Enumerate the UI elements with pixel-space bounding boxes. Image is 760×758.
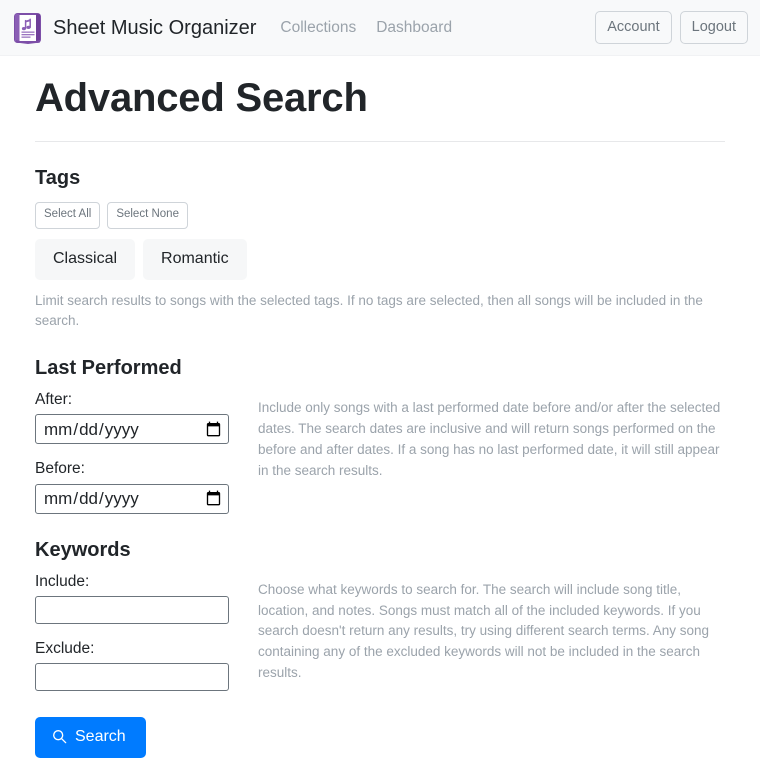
last-performed-row: After: Before: Include only songs with a… bbox=[35, 390, 725, 514]
exclude-keywords-input[interactable] bbox=[35, 662, 229, 691]
exclude-keywords-label: Exclude: bbox=[35, 639, 95, 657]
include-keywords-input[interactable] bbox=[35, 595, 229, 624]
select-none-button[interactable]: Select None bbox=[107, 202, 188, 229]
nav-item-dashboard[interactable]: Dashboard bbox=[376, 19, 452, 37]
account-button[interactable]: Account bbox=[595, 10, 672, 45]
tags-section: Tags Select All Select None Classical Ro… bbox=[35, 165, 725, 332]
navbar-actions: Account Logout bbox=[595, 10, 748, 45]
keywords-help-text: Choose what keywords to search for. The … bbox=[258, 581, 710, 681]
last-performed-help-text: Include only songs with a last performed… bbox=[258, 400, 721, 479]
sheet-music-book-icon bbox=[14, 12, 41, 44]
keywords-section: Keywords Include: Exclude: Choose what k… bbox=[35, 537, 725, 691]
keywords-help: Choose what keywords to search for. The … bbox=[245, 572, 725, 685]
keywords-fields: Include: Exclude: bbox=[35, 572, 245, 691]
after-date-input[interactable] bbox=[35, 414, 229, 445]
tags-toolbar: Select All Select None bbox=[35, 202, 725, 229]
brand-link[interactable]: Sheet Music Organizer bbox=[14, 12, 256, 44]
include-keywords-label: Include: bbox=[35, 572, 90, 590]
search-icon bbox=[53, 730, 67, 744]
select-all-button[interactable]: Select All bbox=[35, 202, 101, 229]
primary-nav: Collections Dashboard bbox=[280, 19, 452, 37]
keywords-row: Include: Exclude: Choose what keywords t… bbox=[35, 572, 725, 691]
tag-list: Classical Romantic bbox=[35, 238, 725, 280]
title-divider bbox=[35, 141, 725, 142]
keywords-heading: Keywords bbox=[35, 538, 131, 561]
after-date-label: After: bbox=[35, 391, 73, 409]
last-performed-heading: Last Performed bbox=[35, 357, 182, 380]
tag-chip-romantic[interactable]: Romantic bbox=[143, 238, 247, 280]
search-button[interactable]: Search bbox=[35, 716, 146, 758]
after-date-wrapper bbox=[35, 414, 229, 445]
tags-heading: Tags bbox=[35, 167, 81, 189]
last-performed-section: Last Performed After: Before: Include on… bbox=[35, 355, 725, 514]
tags-help-text: Limit search results to songs with the s… bbox=[35, 292, 703, 329]
tag-chip-classical[interactable]: Classical bbox=[35, 238, 136, 280]
last-performed-fields: After: Before: bbox=[35, 390, 245, 514]
nav-item-collections[interactable]: Collections bbox=[280, 19, 356, 37]
before-date-input[interactable] bbox=[35, 483, 229, 514]
page-title: Advanced Search bbox=[35, 76, 368, 120]
page-content: Advanced Search Tags Select All Select N… bbox=[0, 74, 760, 758]
navbar: Sheet Music Organizer Collections Dashbo… bbox=[0, 0, 760, 56]
last-performed-help: Include only songs with a last performed… bbox=[245, 390, 725, 482]
brand-title: Sheet Music Organizer bbox=[53, 16, 257, 39]
before-date-label: Before: bbox=[35, 460, 85, 478]
before-date-wrapper bbox=[35, 483, 229, 514]
search-button-label: Search bbox=[75, 727, 126, 745]
logout-button[interactable]: Logout bbox=[679, 10, 748, 45]
